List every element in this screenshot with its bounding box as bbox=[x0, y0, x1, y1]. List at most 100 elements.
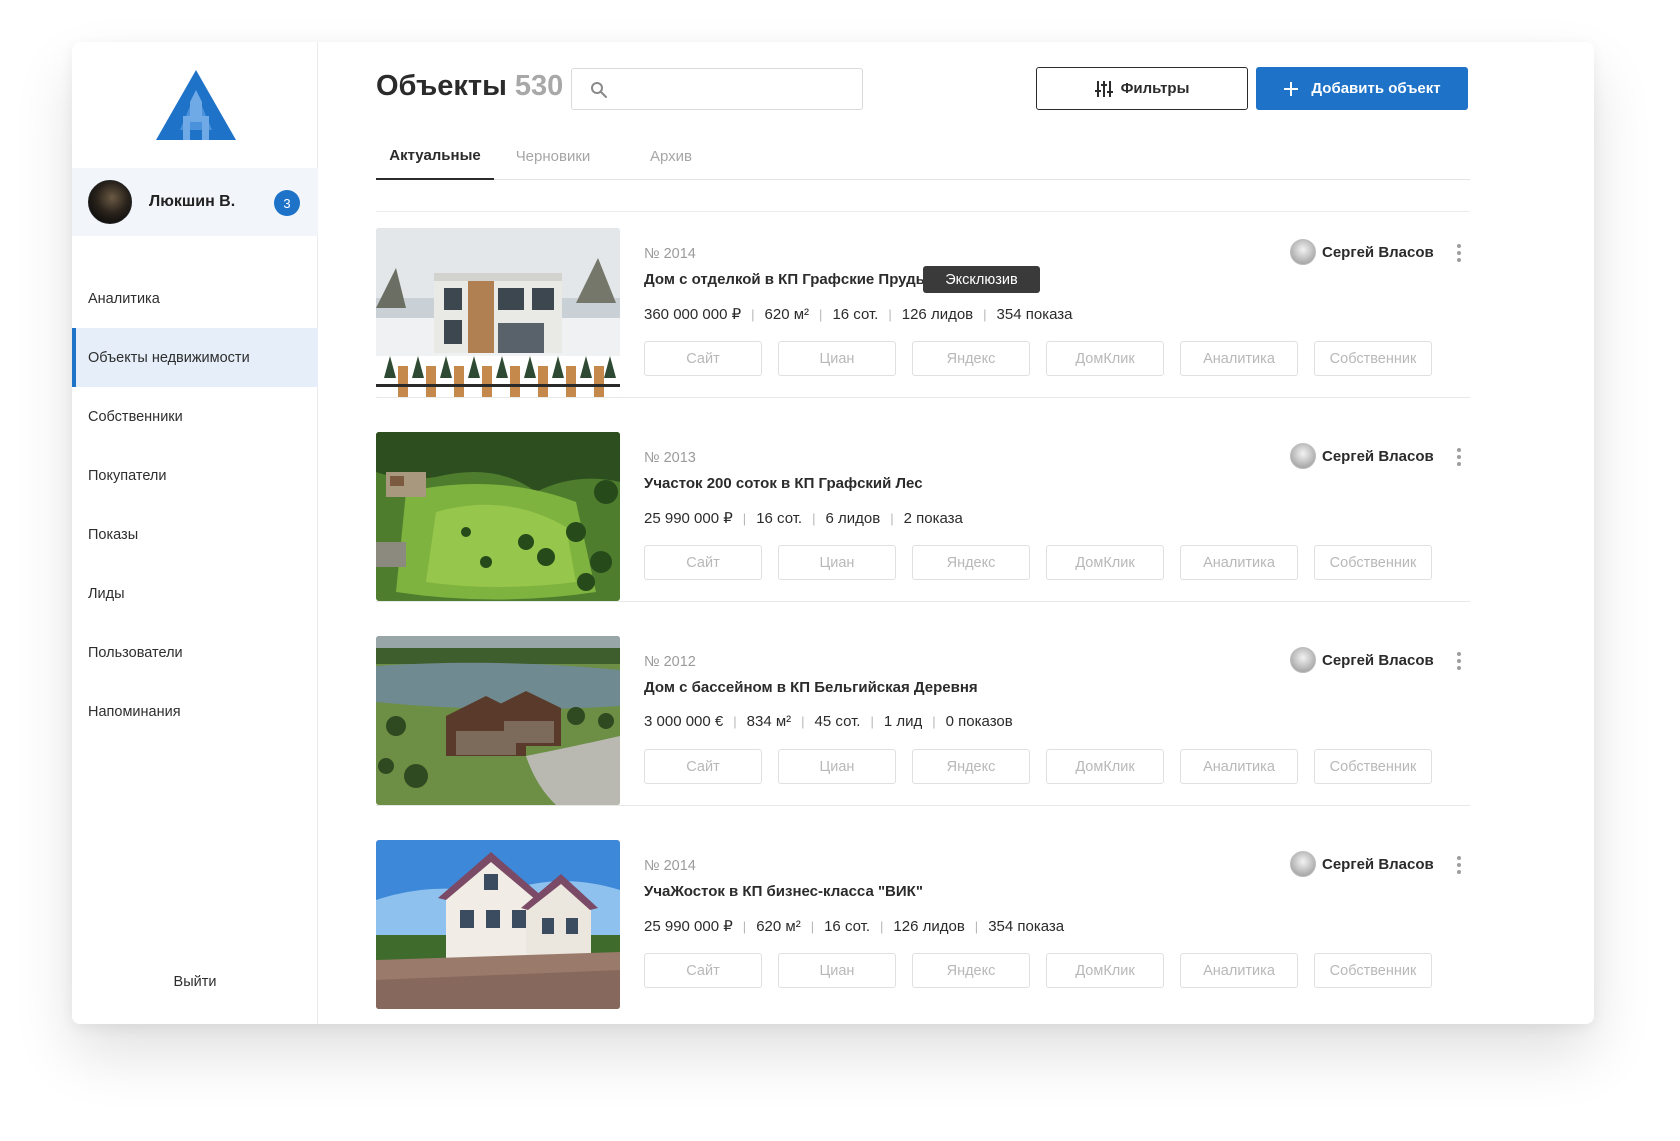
domclick-button[interactable]: ДомКлик bbox=[1046, 545, 1164, 580]
stat-leads: 6 лидов bbox=[825, 509, 881, 527]
stat-showings: 0 показов bbox=[945, 713, 1013, 730]
logo-a-triangle-icon[interactable] bbox=[154, 68, 238, 144]
objects-count: 530 bbox=[514, 70, 564, 102]
yandex-button[interactable]: Яндекс bbox=[912, 749, 1030, 784]
tab-drafts[interactable]: Черновики bbox=[494, 132, 612, 180]
owner-button[interactable]: Собственник bbox=[1314, 545, 1432, 580]
analytics-button[interactable]: Аналитика bbox=[1180, 953, 1298, 988]
add-object-button[interactable]: Добавить объект bbox=[1256, 67, 1468, 110]
listing-title[interactable]: Дом с бассейном в КП Бельгийская Деревня bbox=[644, 679, 978, 696]
agent-avatar bbox=[1290, 239, 1316, 265]
sidebar-nav: Аналитика Объекты недвижимости Собственн… bbox=[72, 269, 318, 741]
listing-stats: 25 990 000 ₽ | 16 сот. | 6 лидов | 2 показа bbox=[644, 509, 963, 528]
cian-button[interactable]: Циан bbox=[778, 749, 896, 784]
listing-card[interactable]: № 2014 Дом с отделкой в КП Графские Пруд… bbox=[376, 212, 1470, 398]
add-object-label: Добавить объект bbox=[1311, 80, 1441, 97]
more-vertical-icon[interactable] bbox=[1454, 243, 1464, 263]
listing-card[interactable]: № 2013 Участок 200 соток в КП Графский Л… bbox=[376, 416, 1470, 602]
stat-area: 834 м² bbox=[746, 713, 792, 730]
listing-links: Сайт Циан Яндекс ДомКлик Аналитика Собст… bbox=[644, 341, 1448, 376]
avatar[interactable] bbox=[88, 180, 132, 224]
listing-title[interactable]: УчаЖосток в КП бизнес-класса "ВИК" bbox=[644, 883, 923, 900]
agent[interactable]: Сергей Власов bbox=[1290, 647, 1434, 673]
user-profile[interactable]: Люкшин В. 3 bbox=[72, 168, 318, 236]
listing-stats: 3 000 000 € | 834 м² | 45 сот. | 1 лид | 0 п… bbox=[644, 713, 1013, 730]
agent-avatar bbox=[1290, 647, 1316, 673]
site-button[interactable]: Сайт bbox=[644, 341, 762, 376]
sidebar-item-real-estate[interactable]: Объекты недвижимости bbox=[72, 328, 318, 387]
listing-number: № 2013 bbox=[644, 450, 696, 466]
exclusive-badge: Эксклюзив bbox=[923, 266, 1040, 293]
sliders-icon bbox=[1094, 80, 1113, 97]
owner-button[interactable]: Собственник bbox=[1314, 749, 1432, 784]
sidebar-item-owners[interactable]: Собственники bbox=[72, 387, 318, 446]
notification-badge[interactable]: 3 bbox=[274, 190, 300, 216]
sidebar-item-showings[interactable]: Показы bbox=[72, 505, 318, 564]
cian-button[interactable]: Циан bbox=[778, 953, 896, 988]
cian-button[interactable]: Циан bbox=[778, 545, 896, 580]
search-icon bbox=[591, 82, 607, 98]
yandex-button[interactable]: Яндекс bbox=[912, 545, 1030, 580]
agent[interactable]: Сергей Власов bbox=[1290, 443, 1434, 469]
sidebar: Люкшин В. 3 Аналитика Объекты недвижимос… bbox=[72, 42, 318, 1024]
listing-links: Сайт Циан Яндекс ДомКлик Аналитика Собст… bbox=[644, 545, 1448, 580]
sidebar-item-leads[interactable]: Лиды bbox=[72, 564, 318, 623]
listing-stats: 360 000 000 ₽ | 620 м² | 16 сот. | 126 лидо… bbox=[644, 305, 1073, 324]
domclick-button[interactable]: ДомКлик bbox=[1046, 749, 1164, 784]
analytics-button[interactable]: Аналитика bbox=[1180, 341, 1298, 376]
page-title: Объекты 530 bbox=[376, 70, 563, 103]
listing-number: № 2014 bbox=[644, 858, 696, 874]
listing-number: № 2014 bbox=[644, 246, 696, 262]
tab-current[interactable]: Актуальные bbox=[376, 132, 494, 180]
more-vertical-icon[interactable] bbox=[1454, 447, 1464, 467]
listing-links: Сайт Циан Яндекс ДомКлик Аналитика Собст… bbox=[644, 953, 1448, 988]
tab-archive[interactable]: Архив bbox=[612, 132, 730, 180]
agent[interactable]: Сергей Власов bbox=[1290, 239, 1434, 265]
domclick-button[interactable]: ДомКлик bbox=[1046, 953, 1164, 988]
listing-title[interactable]: Участок 200 соток в КП Графский Лес bbox=[644, 475, 923, 492]
stat-plot: 16 сот. bbox=[832, 305, 879, 323]
stat-price: 3 000 000 € bbox=[644, 713, 724, 730]
listing-title[interactable]: Дом с отделкой в КП Графские Пруды bbox=[644, 271, 928, 288]
agent-name: Сергей Власов bbox=[1322, 243, 1434, 261]
yandex-button[interactable]: Яндекс bbox=[912, 953, 1030, 988]
status-tabs: Актуальные Черновики Архив bbox=[376, 132, 1470, 180]
stat-leads: 126 лидов bbox=[901, 305, 974, 323]
analytics-button[interactable]: Аналитика bbox=[1180, 545, 1298, 580]
sidebar-item-buyers[interactable]: Покупатели bbox=[72, 446, 318, 505]
domclick-button[interactable]: ДомКлик bbox=[1046, 341, 1164, 376]
search-input[interactable] bbox=[618, 75, 854, 103]
sidebar-item-users[interactable]: Пользователи bbox=[72, 623, 318, 682]
house-lake-aerial-photo[interactable] bbox=[376, 636, 620, 805]
logout-link[interactable]: Выйти bbox=[72, 974, 318, 990]
owner-button[interactable]: Собственник bbox=[1314, 953, 1432, 988]
site-button[interactable]: Сайт bbox=[644, 953, 762, 988]
stat-price: 25 990 000 ₽ bbox=[644, 510, 733, 527]
sidebar-item-reminders[interactable]: Напоминания bbox=[72, 682, 318, 741]
site-button[interactable]: Сайт bbox=[644, 545, 762, 580]
listing-stats: 25 990 000 ₽ | 620 м² | 16 сот. | 126 лидов… bbox=[644, 917, 1065, 936]
stat-price: 25 990 000 ₽ bbox=[644, 918, 733, 935]
listing-card[interactable]: № 2014 УчаЖосток в КП бизнес-класса "ВИК… bbox=[376, 824, 1470, 1010]
house-summer-photo[interactable] bbox=[376, 840, 620, 1009]
search-box[interactable] bbox=[571, 68, 863, 110]
agent-avatar bbox=[1290, 443, 1316, 469]
analytics-button[interactable]: Аналитика bbox=[1180, 749, 1298, 784]
house-winter-photo[interactable] bbox=[376, 228, 620, 397]
stat-price: 360 000 000 ₽ bbox=[644, 306, 742, 323]
yandex-button[interactable]: Яндекс bbox=[912, 341, 1030, 376]
agent-name: Сергей Власов bbox=[1322, 855, 1434, 873]
user-name: Люкшин В. bbox=[149, 193, 236, 210]
cian-button[interactable]: Циан bbox=[778, 341, 896, 376]
more-vertical-icon[interactable] bbox=[1454, 855, 1464, 875]
filters-button[interactable]: Фильтры bbox=[1036, 67, 1248, 110]
app-window: Люкшин В. 3 Аналитика Объекты недвижимос… bbox=[72, 42, 1594, 1024]
agent[interactable]: Сергей Власов bbox=[1290, 851, 1434, 877]
agent-name: Сергей Власов bbox=[1322, 447, 1434, 465]
land-plot-aerial-photo[interactable] bbox=[376, 432, 620, 601]
site-button[interactable]: Сайт bbox=[644, 749, 762, 784]
sidebar-item-analytics[interactable]: Аналитика bbox=[72, 269, 318, 328]
owner-button[interactable]: Собственник bbox=[1314, 341, 1432, 376]
listing-card[interactable]: № 2012 Дом с бассейном в КП Бельгийская … bbox=[376, 620, 1470, 806]
more-vertical-icon[interactable] bbox=[1454, 651, 1464, 671]
